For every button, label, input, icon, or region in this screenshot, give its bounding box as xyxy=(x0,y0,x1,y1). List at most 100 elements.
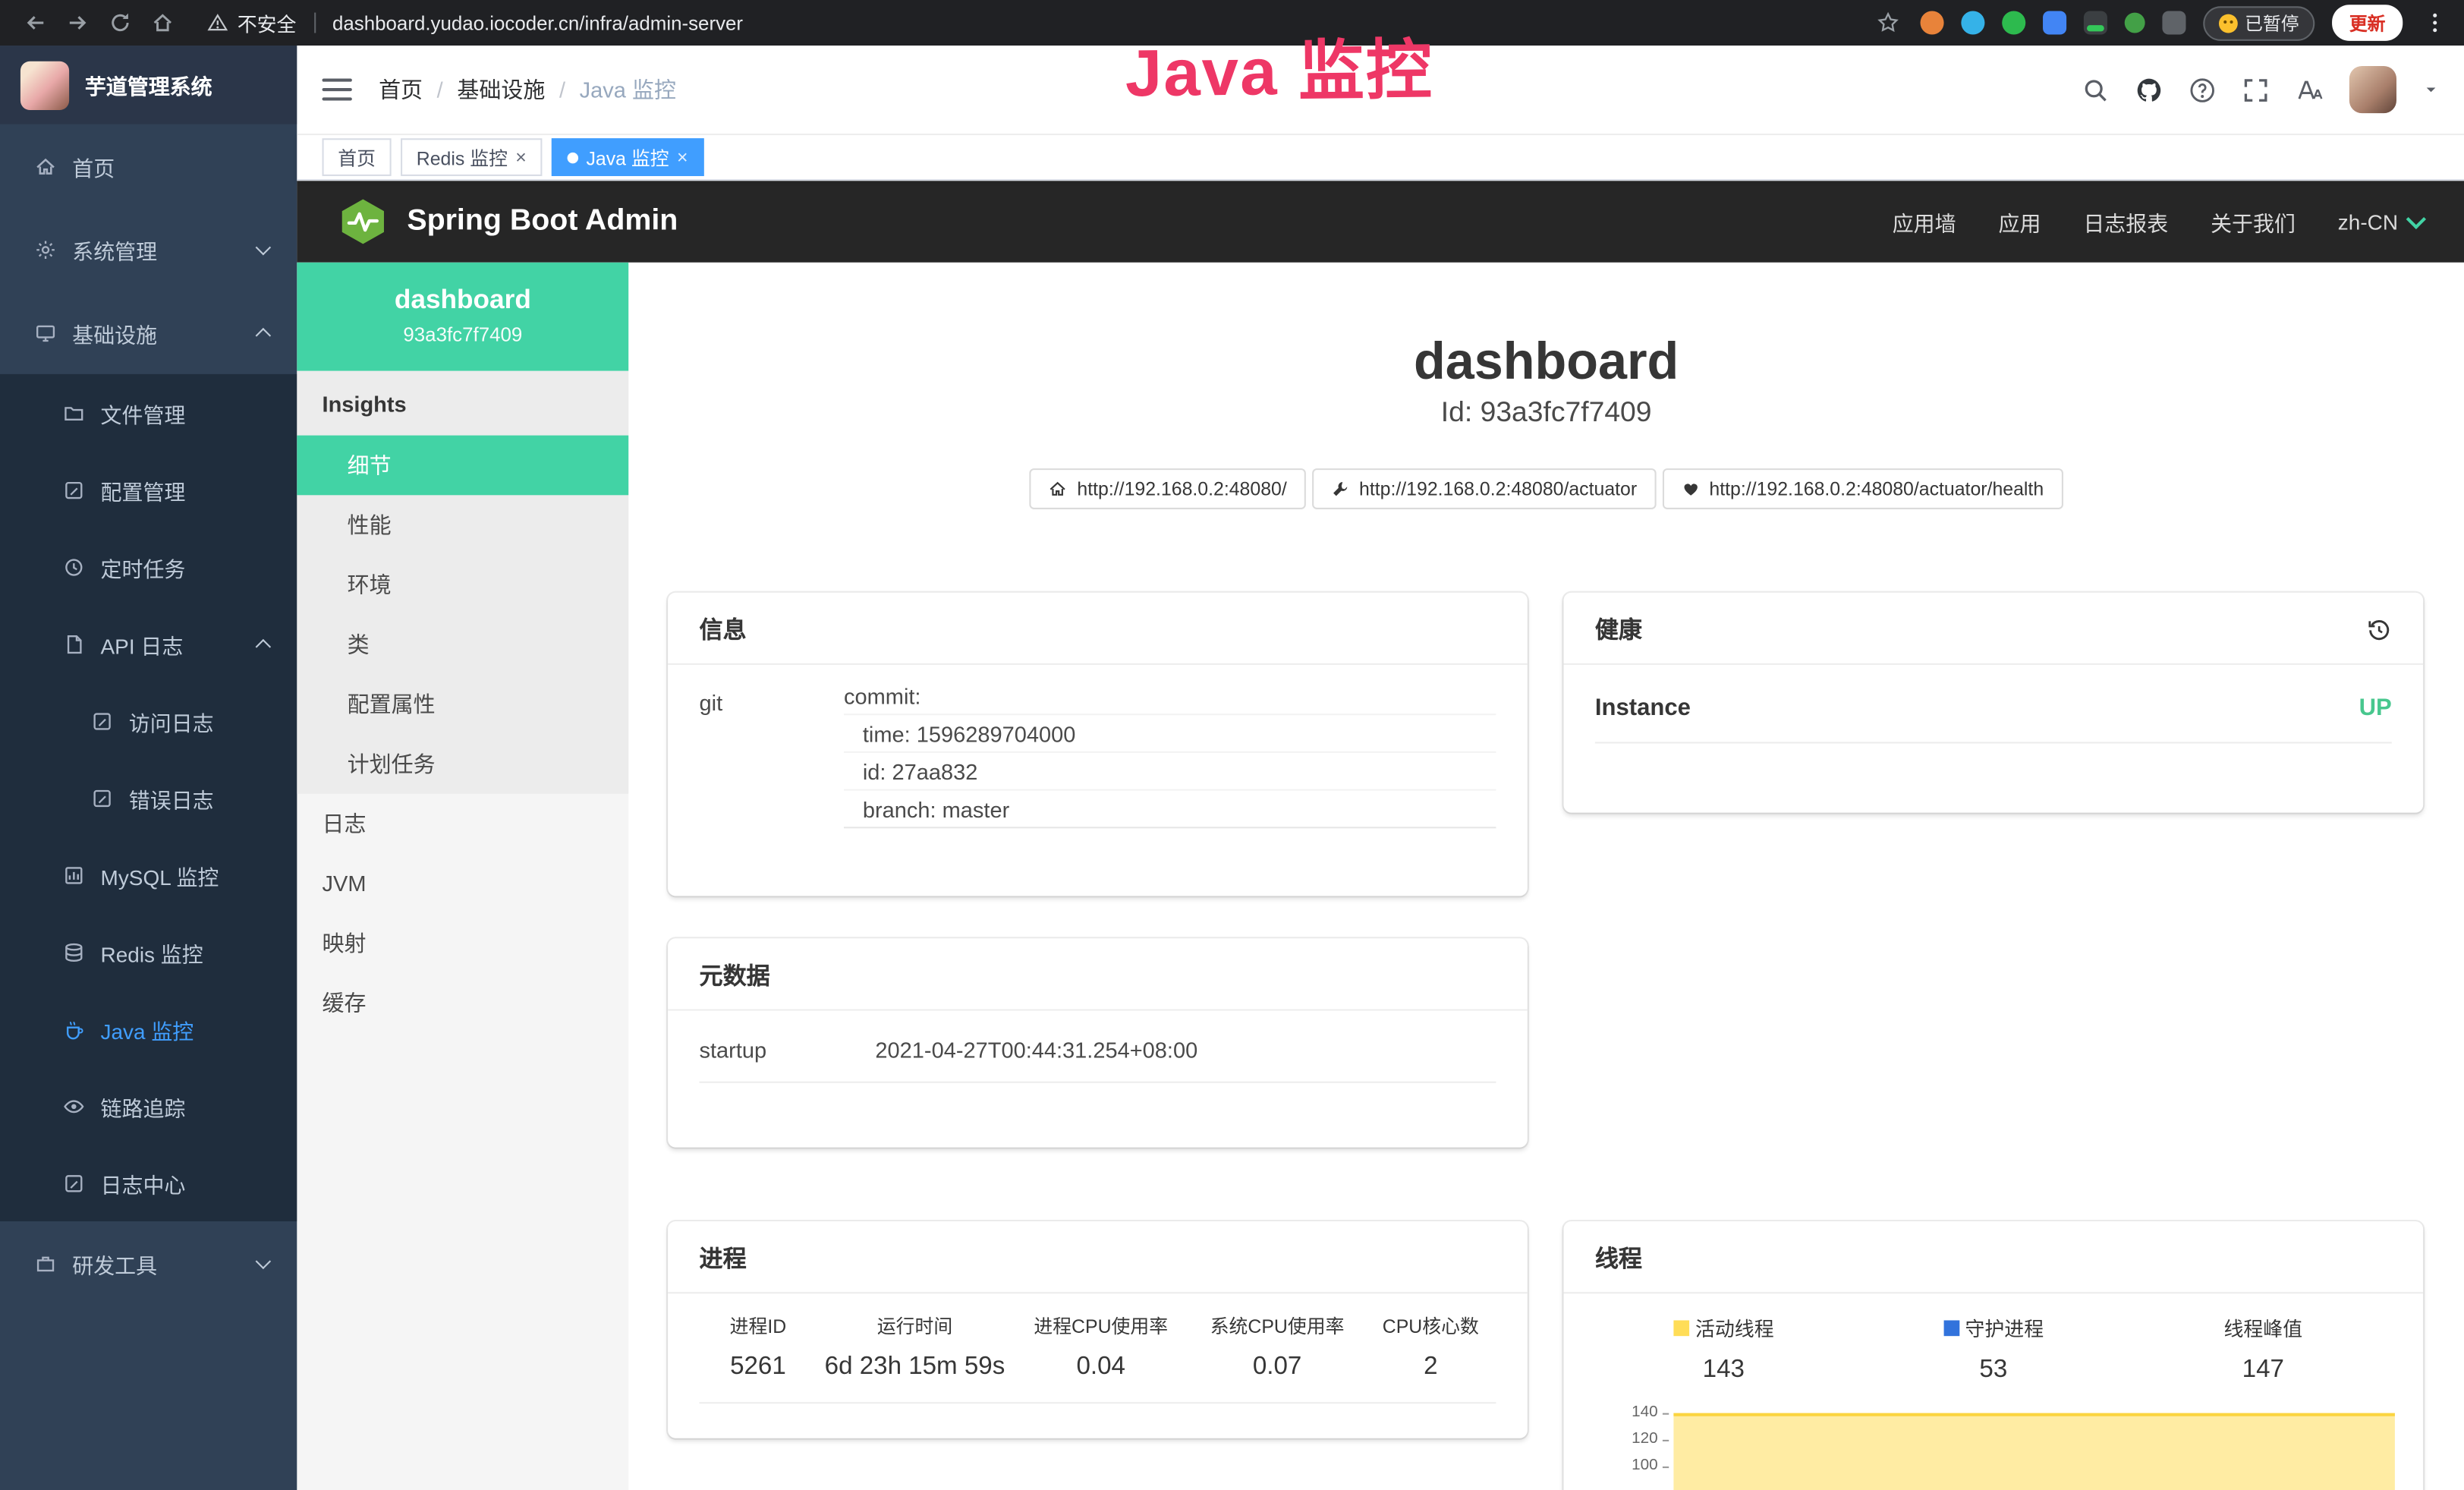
process-card: 进程 进程ID 运行时间 进程CPU使用率 系统CPU使用率 CPU核心数 xyxy=(668,1221,1528,1438)
sba-item-scheduled-tasks[interactable]: 计划任务 xyxy=(297,734,628,794)
browser-home-button[interactable] xyxy=(143,4,181,42)
address-bar[interactable]: 不安全 dashboard.yudao.iocoder.cn/infra/adm… xyxy=(207,8,743,37)
process-card-body: 进程ID 运行时间 进程CPU使用率 系统CPU使用率 CPU核心数 5261 … xyxy=(668,1293,1528,1403)
metadata-card-body: startup 2021-04-27T00:44:31.254+08:00 xyxy=(668,1011,1528,1083)
sidebar-item-redis[interactable]: Redis 监控 xyxy=(0,913,297,990)
browser-update-button[interactable]: 更新 xyxy=(2332,5,2403,41)
github-icon[interactable] xyxy=(2135,76,2162,102)
forward-button[interactable] xyxy=(58,4,96,42)
font-size-icon[interactable] xyxy=(2296,76,2322,102)
metadata-key: startup xyxy=(700,1038,876,1063)
hamburger-icon[interactable] xyxy=(323,79,352,101)
main-area: 首页 基础设施 Java 监控 首页 xyxy=(297,46,2464,1490)
locale-selector[interactable]: zh-CN xyxy=(2338,209,2423,233)
caret-down-icon[interactable] xyxy=(2423,82,2439,98)
sidebar-item-file[interactable]: 文件管理 xyxy=(0,374,297,451)
tab-redis[interactable]: Redis 监控 xyxy=(401,138,542,176)
close-tab-icon[interactable] xyxy=(677,148,688,167)
security-label: 不安全 xyxy=(238,8,297,37)
sba-item-config-props[interactable]: 配置属性 xyxy=(297,674,628,734)
extension-orange-icon[interactable] xyxy=(1919,11,1943,34)
health-card-body: Instance UP xyxy=(1563,665,2423,744)
sidebar-item-java[interactable]: Java 监控 xyxy=(0,991,297,1067)
tab-home[interactable]: 首页 xyxy=(323,138,392,176)
y-tick xyxy=(1663,1440,1669,1441)
instance-header[interactable]: dashboard 93a3fc7f7409 xyxy=(297,263,628,371)
recording-paused-badge[interactable]: 已暂停 xyxy=(2202,5,2315,40)
sidebar-item-access-log[interactable]: 访问日志 xyxy=(0,682,297,759)
sba-item-jvm[interactable]: JVM xyxy=(297,853,628,913)
bookmark-star-icon[interactable] xyxy=(1874,8,1902,36)
extension-leaf-icon[interactable] xyxy=(2124,13,2145,33)
sidebar-item-infra[interactable]: 基础设施 xyxy=(0,291,297,374)
sba-item-caches[interactable]: 缓存 xyxy=(297,973,628,1033)
metadata-card: 元数据 startup 2021-04-27T00:44:31.254+08:0… xyxy=(668,938,1528,1147)
info-card-body: git commit: time: 1596289704000 id: 27aa… xyxy=(668,665,1528,828)
extension-blue-drop-icon[interactable] xyxy=(1960,11,1984,34)
daemon-threads-swatch xyxy=(1943,1319,1959,1335)
home-icon xyxy=(35,155,57,177)
sba-nav-wall[interactable]: 应用墙 xyxy=(1893,206,1956,237)
sidebar-item-dev-tools[interactable]: 研发工具 xyxy=(0,1221,297,1305)
sidebar-item-home[interactable]: 首页 xyxy=(0,124,297,208)
sidebar-item-config[interactable]: 配置管理 xyxy=(0,451,297,528)
sba-brand[interactable]: Spring Boot Admin xyxy=(338,197,678,247)
git-branch-line: branch: master xyxy=(844,791,1496,829)
extension-puzzle-icon[interactable] xyxy=(2161,11,2185,34)
sba-navbar: Spring Boot Admin 应用墙 应用 日志报表 关于我们 zh-CN xyxy=(297,181,2464,263)
tabs-bar: 首页 Redis 监控 Java 监控 xyxy=(297,135,2464,181)
search-icon[interactable] xyxy=(2082,76,2109,102)
browser-menu-kebab-icon[interactable] xyxy=(2420,8,2448,36)
sidebar-item-error-log[interactable]: 错误日志 xyxy=(0,759,297,836)
threads-chart: 140 120 100 xyxy=(1589,1403,2398,1490)
sba-body: dashboard 93a3fc7f7409 Insights 细节 性能 环境… xyxy=(297,263,2464,1490)
actuator-url-button[interactable]: http://192.168.0.2:48080/actuator xyxy=(1312,468,1656,509)
chart-icon xyxy=(63,864,85,886)
breadcrumb-home[interactable]: 首页 xyxy=(379,74,457,105)
spring-boot-admin-logo-icon xyxy=(338,197,388,247)
sidebar-item-system[interactable]: 系统管理 xyxy=(0,207,297,291)
help-icon[interactable] xyxy=(2189,76,2216,102)
sba-item-details[interactable]: 细节 xyxy=(297,436,628,496)
close-tab-icon[interactable] xyxy=(515,148,527,167)
extension-on-badge-icon[interactable] xyxy=(2083,11,2107,34)
history-icon[interactable] xyxy=(2367,617,2392,642)
sidebar-item-job[interactable]: 定时任务 xyxy=(0,528,297,605)
sba-nav-about[interactable]: 关于我们 xyxy=(2211,206,2296,237)
sidebar-item-api-log[interactable]: API 日志 xyxy=(0,605,297,682)
health-card-header: 健康 xyxy=(1563,593,2423,665)
extension-grid-icon[interactable] xyxy=(2042,11,2066,34)
sba-nav-applications[interactable]: 应用 xyxy=(1999,206,2041,237)
reload-button[interactable] xyxy=(101,4,139,42)
back-button[interactable] xyxy=(16,4,54,42)
admin-sidebar: 芋道管理系统 首页 系统管理 基础设施 文件管理 xyxy=(0,46,297,1490)
sba-nav-journal[interactable]: 日志报表 xyxy=(2083,206,2168,237)
sba-item-classes[interactable]: 类 xyxy=(297,615,628,675)
info-card: 信息 git commit: time: 1596289704000 id: 2… xyxy=(668,593,1528,896)
sidebar-item-trace[interactable]: 链路追踪 xyxy=(0,1067,297,1144)
header-actions xyxy=(2082,66,2439,113)
user-avatar[interactable] xyxy=(2349,66,2396,113)
legend-active-threads: 活动线程 xyxy=(1589,1312,1858,1342)
active-threads-swatch xyxy=(1673,1319,1689,1335)
git-time-line: time: 1596289704000 xyxy=(844,715,1496,753)
app-window: 芋道管理系统 首页 系统管理 基础设施 文件管理 xyxy=(0,46,2464,1490)
sba-item-logs[interactable]: 日志 xyxy=(297,794,628,854)
sba-item-performance[interactable]: 性能 xyxy=(297,495,628,555)
sba-item-environment[interactable]: 环境 xyxy=(297,555,628,615)
breadcrumb-infra[interactable]: 基础设施 xyxy=(457,74,579,105)
chevron-down-icon xyxy=(2406,209,2426,229)
briefcase-icon xyxy=(35,1252,57,1274)
health-url-button[interactable]: http://192.168.0.2:48080/actuator/health xyxy=(1662,468,2063,509)
sidebar-item-mysql[interactable]: MySQL 监控 xyxy=(0,836,297,913)
sidebar-item-log-center[interactable]: 日志中心 xyxy=(0,1145,297,1221)
fullscreen-icon[interactable] xyxy=(2242,76,2269,102)
service-url-button[interactable]: http://192.168.0.2:48080/ xyxy=(1030,468,1305,509)
sba-item-mappings[interactable]: 映射 xyxy=(297,913,628,973)
tab-java[interactable]: Java 监控 xyxy=(552,138,703,176)
app-logo[interactable]: 芋道管理系统 xyxy=(0,46,297,124)
extension-green-circle-icon[interactable] xyxy=(2001,11,2025,34)
y-tick-label: 140 xyxy=(1589,1403,1658,1422)
sba-sidebar-insights[interactable]: Insights xyxy=(297,371,628,436)
threads-values: 143 53 147 xyxy=(1589,1356,2398,1384)
